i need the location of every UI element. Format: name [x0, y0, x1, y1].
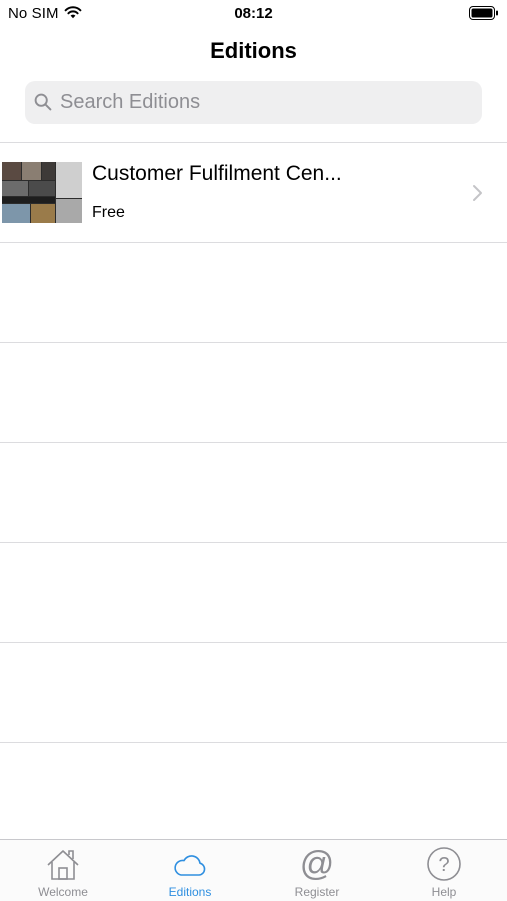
empty-row [0, 443, 507, 543]
svg-text:@: @ [300, 846, 335, 882]
at-sign-icon: @ [300, 846, 335, 882]
svg-text:?: ? [438, 854, 449, 876]
tab-editions[interactable]: Editions [127, 840, 253, 901]
home-icon [47, 850, 79, 880]
page-title: Editions [210, 38, 297, 63]
battery-icon [469, 6, 498, 20]
question-circle-icon: ? [427, 847, 461, 881]
edition-thumbnail [2, 162, 82, 223]
edition-title: Customer Fulfilment Cen... [92, 162, 342, 185]
editions-list: Customer Fulfilment Cen... Free [0, 142, 507, 743]
edition-row[interactable]: Customer Fulfilment Cen... Free [0, 143, 507, 243]
edition-price: Free [92, 204, 125, 221]
tab-register[interactable]: @ Register [254, 840, 380, 901]
search-icon [34, 93, 52, 111]
tab-help-label: Help [431, 885, 457, 899]
empty-row [0, 343, 507, 443]
tab-register-label: Register [294, 885, 340, 899]
empty-row [0, 543, 507, 643]
empty-row [0, 643, 507, 743]
tab-help[interactable]: ? Help [381, 840, 507, 901]
tab-bar: Welcome Editions @ Register ? Help [0, 839, 507, 901]
search-bar[interactable] [25, 81, 482, 124]
empty-row [0, 243, 507, 343]
clock-label: 08:12 [234, 5, 273, 22]
cloud-icon [174, 855, 206, 876]
status-bar: No SIM 08:12 [0, 0, 507, 28]
chevron-right-icon [473, 185, 482, 201]
tab-welcome-label: Welcome [38, 885, 88, 899]
tab-editions-label: Editions [168, 885, 212, 899]
tab-welcome[interactable]: Welcome [0, 840, 126, 901]
search-input[interactable] [60, 81, 470, 124]
